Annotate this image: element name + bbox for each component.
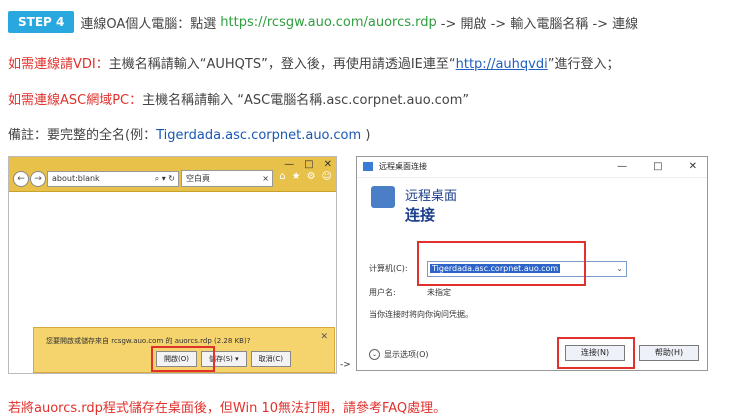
vdi-instruction: 如需連線請VDI：主機名稱請輸入“AUHQTS”，登入後，再使用請透過IE連至“… <box>8 53 619 72</box>
ie-toolbar: — □ ✕ ← → about:blank ⌕ ▾ ↻ 空白頁 × ⌂ ★ ⚙ … <box>9 157 336 192</box>
username-label: 用户名: <box>369 288 396 297</box>
username-value: 未指定 <box>427 288 451 297</box>
rdp-header-line1: 远程桌面 <box>405 189 458 204</box>
help-button[interactable]: 帮助(H) <box>639 345 699 361</box>
browser-tab[interactable]: 空白頁 × <box>181 170 273 187</box>
download-message: 您要開啟或儲存來自 rcsgw.auo.com 的 auorcs.rdp (2.… <box>46 337 251 345</box>
chevron-down-icon: ⌄ <box>369 349 380 360</box>
note-line: 備註：要完整的全名(例：Tigerdada.asc.corpnet.auo.co… <box>8 124 370 143</box>
tab-label: 空白頁 <box>186 174 210 183</box>
faq-note: 若將auorcs.rdp程式儲存在桌面後，但Win 10無法打開，請參考FAQ處… <box>8 401 447 416</box>
flow-arrow: -> <box>340 360 351 370</box>
connect-highlight <box>557 337 635 369</box>
rdp-window-controls: — □ ✕ <box>617 157 697 177</box>
step4-line: STEP 4 連線OA個人電腦：點選 https://rcsgw.auo.com… <box>8 11 638 33</box>
minimize-icon[interactable]: — <box>284 159 294 170</box>
asc-label: 如需連線ASC網域PC： <box>8 93 143 108</box>
close-icon[interactable]: ✕ <box>689 157 697 177</box>
download-close-icon[interactable]: ✕ <box>320 332 328 342</box>
chevron-down-icon[interactable]: ⌄ <box>616 262 623 276</box>
note-tail: ) <box>365 128 371 143</box>
vdi-link[interactable]: http://auhqvdi <box>456 57 548 72</box>
computer-highlight <box>417 241 586 286</box>
show-options-label: 显示选项(O) <box>384 350 429 359</box>
tab-close-icon[interactable]: × <box>262 171 269 186</box>
ie-window-controls: — □ ✕ <box>284 159 332 170</box>
asc-text: 主機名稱請輸入 “ASC電腦名稱.asc.corpnet.auo.com” <box>142 93 470 108</box>
cancel-button[interactable]: 取消(C) <box>250 351 291 367</box>
gear-icon[interactable]: ⚙ <box>307 171 316 182</box>
address-bar[interactable]: about:blank ⌕ ▾ ↻ <box>47 171 179 187</box>
vdi-label: 如需連線請VDI： <box>8 57 109 72</box>
show-options-toggle[interactable]: ⌄ 显示选项(O) <box>369 349 429 360</box>
vdi-text: 主機名稱請輸入“AUHQTS”，登入後，再使用請透過IE連至“ <box>108 57 456 72</box>
ie-screenshot: — □ ✕ ← → about:blank ⌕ ▾ ↻ 空白頁 × ⌂ ★ ⚙ … <box>8 156 337 374</box>
asc-instruction: 如需連線ASC網域PC：主機名稱請輸入 “ASC電腦名稱.asc.corpnet… <box>8 89 469 108</box>
note-example: Tigerdada.asc.corpnet.auo.com <box>156 128 362 143</box>
download-bar: 您要開啟或儲存來自 rcsgw.auo.com 的 auorcs.rdp (2.… <box>33 327 335 373</box>
rdp-body: 计算机(C): Tigerdada.asc.corpnet.auo.com ⌄ … <box>357 231 707 370</box>
step4-text: 連線OA個人電腦：點選 <box>80 16 217 32</box>
rdp-url[interactable]: https://rcsgw.auo.com/auorcs.rdp <box>220 15 437 30</box>
favorites-icon[interactable]: ★ <box>292 171 301 182</box>
close-icon[interactable]: ✕ <box>324 159 332 170</box>
computer-label: 计算机(C): <box>369 264 408 273</box>
rdp-titlebar: 远程桌面连接 — □ ✕ <box>357 157 707 178</box>
credentials-hint: 当你连接时将向你询问凭据。 <box>369 310 473 319</box>
step4-tail: -> 開啟 -> 輸入電腦名稱 -> 連線 <box>440 16 639 32</box>
rdp-app-icon <box>363 162 373 171</box>
note-text: 備註：要完整的全名(例： <box>8 128 157 143</box>
back-icon[interactable]: ← <box>13 171 29 187</box>
search-icon[interactable]: ⌕ ▾ ↻ <box>155 172 175 186</box>
ie-tools: ⌂ ★ ⚙ ☺ <box>279 171 332 182</box>
monitor-icon <box>371 186 395 208</box>
step-badge: STEP 4 <box>8 11 75 33</box>
minimize-icon[interactable]: — <box>617 157 627 177</box>
rdp-header: 远程桌面 连接 <box>357 178 707 228</box>
home-icon[interactable]: ⌂ <box>279 171 285 182</box>
maximize-icon[interactable]: □ <box>653 157 662 177</box>
vdi-tail: ”進行登入； <box>547 57 620 72</box>
address-value: about:blank <box>52 174 100 183</box>
smiley-icon[interactable]: ☺ <box>322 171 332 182</box>
maximize-icon[interactable]: □ <box>304 159 313 170</box>
rdp-header-line2: 连接 <box>405 206 436 224</box>
rdp-window-title: 远程桌面连接 <box>379 162 427 171</box>
rdp-dialog: 远程桌面连接 — □ ✕ 远程桌面 连接 计算机(C): Tigerdada.a… <box>356 156 708 371</box>
open-highlight <box>151 346 215 372</box>
forward-icon[interactable]: → <box>30 171 46 187</box>
